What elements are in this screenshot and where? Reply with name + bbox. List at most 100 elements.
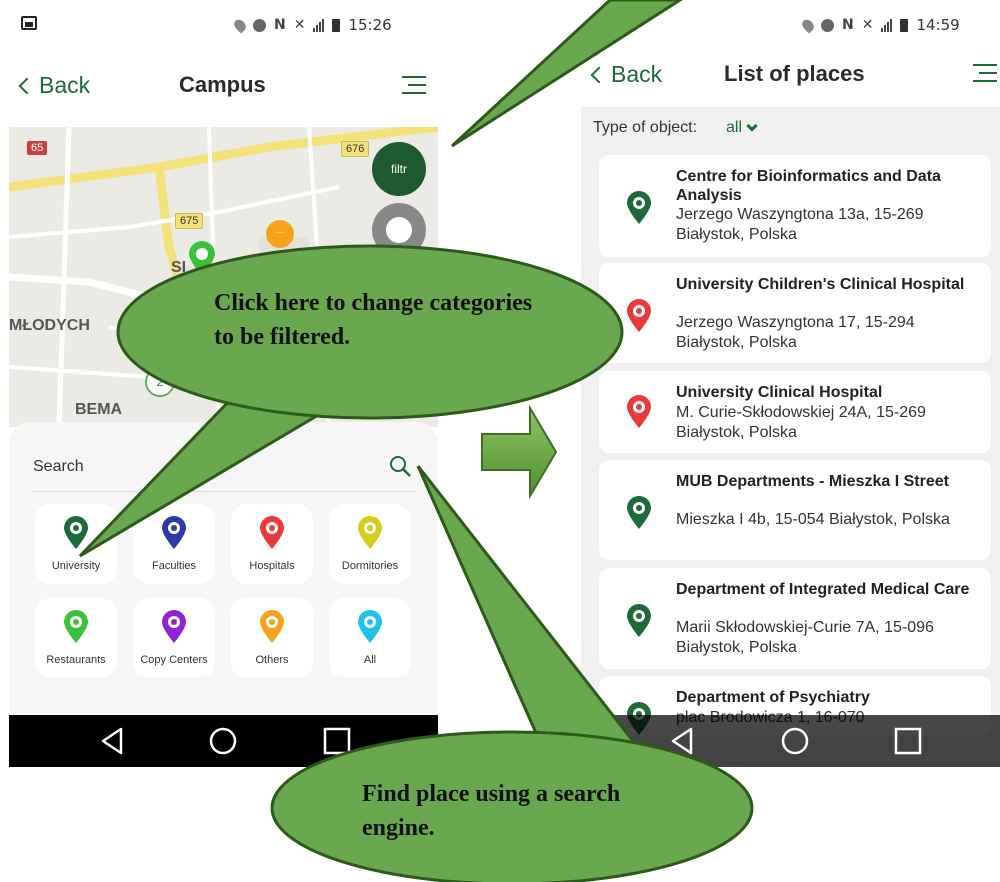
mute-icon: ✕	[293, 17, 306, 33]
place-card[interactable]: MUB Departments - Mieszka I Street Mieszk…	[599, 460, 991, 560]
cluster-marker[interactable]: 2	[145, 367, 175, 397]
location-icon	[231, 16, 249, 34]
nfc-icon: N	[274, 17, 286, 33]
callout-text-filter: Click here to change categories to be fi…	[214, 290, 533, 350]
category-restaurants[interactable]: Restaurants	[35, 598, 117, 678]
search-label: Search	[33, 458, 84, 475]
road-badge: 675	[175, 213, 204, 229]
place-card[interactable]: Centre for Bioinformatics and Data Analy…	[599, 155, 991, 257]
menu-icon[interactable]	[973, 62, 997, 84]
status-icons: N ✕ 14:59	[799, 16, 960, 34]
category-label: Faculties	[151, 560, 197, 572]
callout-text-search: Find place using a search engine.	[362, 781, 621, 841]
filter-button[interactable]: filtr	[372, 142, 426, 196]
place-marker-icon	[626, 395, 652, 434]
nav-recents-icon[interactable]	[323, 727, 351, 755]
status-time: 15:26	[348, 16, 392, 34]
place-marker-icon	[626, 191, 652, 230]
search-icon[interactable]	[388, 454, 412, 478]
nav-back-icon[interactable]	[99, 727, 125, 755]
place-name: University Clinical Hospital	[676, 384, 883, 401]
battery-icon	[332, 18, 341, 32]
target-icon	[386, 217, 412, 243]
filter-dropdown[interactable]: all	[726, 119, 758, 137]
restaurant-marker[interactable]	[187, 241, 217, 277]
category-dormitories[interactable]: Dormitories	[329, 504, 411, 584]
campus-map[interactable]: 65 676 675 MŁODYCH BEMA SI ··· 2 filtr	[9, 127, 438, 427]
campus-screen: N ✕ 15:26 Back Campus 65 676 675 MŁODYCH…	[9, 0, 438, 767]
others-marker[interactable]: ···	[265, 219, 295, 249]
status-icons: N ✕ 15:26	[231, 16, 392, 34]
grid-icon	[357, 610, 383, 649]
place-card[interactable]: University Children's Clinical Hospital J…	[599, 263, 991, 363]
category-label: Hospitals	[249, 560, 295, 572]
category-hospitals[interactable]: Hospitals	[231, 504, 313, 584]
status-time: 14:59	[916, 16, 960, 34]
search-field[interactable]: Search	[31, 452, 416, 492]
back-button[interactable]: Back	[18, 72, 90, 99]
nav-back-icon[interactable]	[669, 727, 695, 755]
map-label: SI	[171, 259, 187, 276]
page-title: Campus	[179, 72, 266, 97]
place-address: Mieszka I 4b, 15-054 Białystok, Polska	[676, 511, 950, 528]
place-card[interactable]: Department of Integrated Medical Care Mar…	[599, 568, 991, 669]
category-copy-centers[interactable]: Copy Centers	[133, 598, 215, 678]
nfc-icon: N	[842, 17, 854, 33]
chevron-left-icon	[590, 66, 608, 83]
category-label: Copy Centers	[140, 654, 208, 666]
flow-arrow-icon	[481, 404, 558, 500]
place-marker-icon	[626, 604, 652, 643]
gallery-icon	[21, 16, 37, 30]
location-button[interactable]	[372, 203, 426, 257]
category-all[interactable]: All	[329, 598, 411, 678]
place-address: Marii Skłodowskiej-Curie 7A, 15-096 Biał…	[676, 619, 934, 656]
place-name: Department of Integrated Medical Care	[676, 581, 970, 598]
chevron-down-icon	[746, 120, 758, 132]
category-faculties[interactable]: Faculties	[133, 504, 215, 584]
restaurant-icon	[63, 610, 89, 649]
top-navigation: Back List of places	[581, 52, 1000, 108]
signal-icon	[881, 18, 893, 32]
category-others[interactable]: Others	[231, 598, 313, 678]
map-label: MŁODYCH	[9, 317, 90, 334]
nav-home-icon[interactable]	[781, 727, 809, 755]
place-name: University Children's Clinical Hospital	[676, 276, 965, 293]
status-bar: N ✕ 15:26	[9, 0, 438, 52]
place-marker-icon	[626, 496, 652, 535]
location-icon	[799, 16, 817, 34]
page-title: List of places	[724, 61, 865, 86]
map-label: BEMA	[75, 401, 123, 418]
category-label: Restaurants	[46, 654, 106, 666]
place-address: M. Curie-Skłodowskiej 24A, 15-269 Białys…	[676, 404, 926, 441]
bottom-panel: Search University Faculties Hospitals Dormi…	[9, 422, 438, 717]
places-list-screen: N ✕ 14:59 Back List of places Type of ob…	[581, 0, 1000, 767]
category-label: Dormitories	[341, 560, 399, 572]
bluetooth-icon	[821, 18, 834, 32]
top-navigation: Back Campus	[9, 52, 438, 122]
battery-icon	[900, 18, 909, 32]
back-button[interactable]: Back	[590, 61, 663, 88]
place-name: Department of Psychiatry	[676, 689, 870, 706]
category-label: All	[363, 654, 377, 666]
road-badge: 676	[341, 141, 370, 157]
category-university[interactable]: University	[35, 504, 117, 584]
category-label: University	[51, 560, 101, 572]
others-icon	[259, 610, 285, 649]
chevron-left-icon	[18, 77, 36, 94]
place-name: Centre for Bioinformatics and Data Analy…	[676, 168, 941, 204]
tutorial-canvas: N ✕ 15:26 Back Campus 65 676 675 MŁODYCH…	[0, 0, 1000, 882]
category-label: Others	[255, 654, 289, 666]
mute-icon: ✕	[861, 17, 874, 33]
menu-icon[interactable]	[402, 74, 426, 96]
dormitory-icon	[357, 516, 383, 555]
hospital-icon	[259, 516, 285, 555]
nav-home-icon[interactable]	[209, 727, 237, 755]
filter-label: Type of object:	[593, 119, 698, 136]
nav-recents-icon[interactable]	[894, 727, 922, 755]
place-address: Jerzego Waszyngtona 13a, 15-269 Białysto…	[676, 206, 924, 243]
back-label: Back	[611, 61, 663, 87]
object-type-filter: Type of object: all	[581, 107, 1000, 147]
place-card[interactable]: University Clinical Hospital M. Curie-Skł…	[599, 371, 991, 453]
faculty-icon	[161, 516, 187, 555]
place-address: Jerzego Waszyngtona 17, 15-294 Białystok…	[676, 314, 915, 351]
